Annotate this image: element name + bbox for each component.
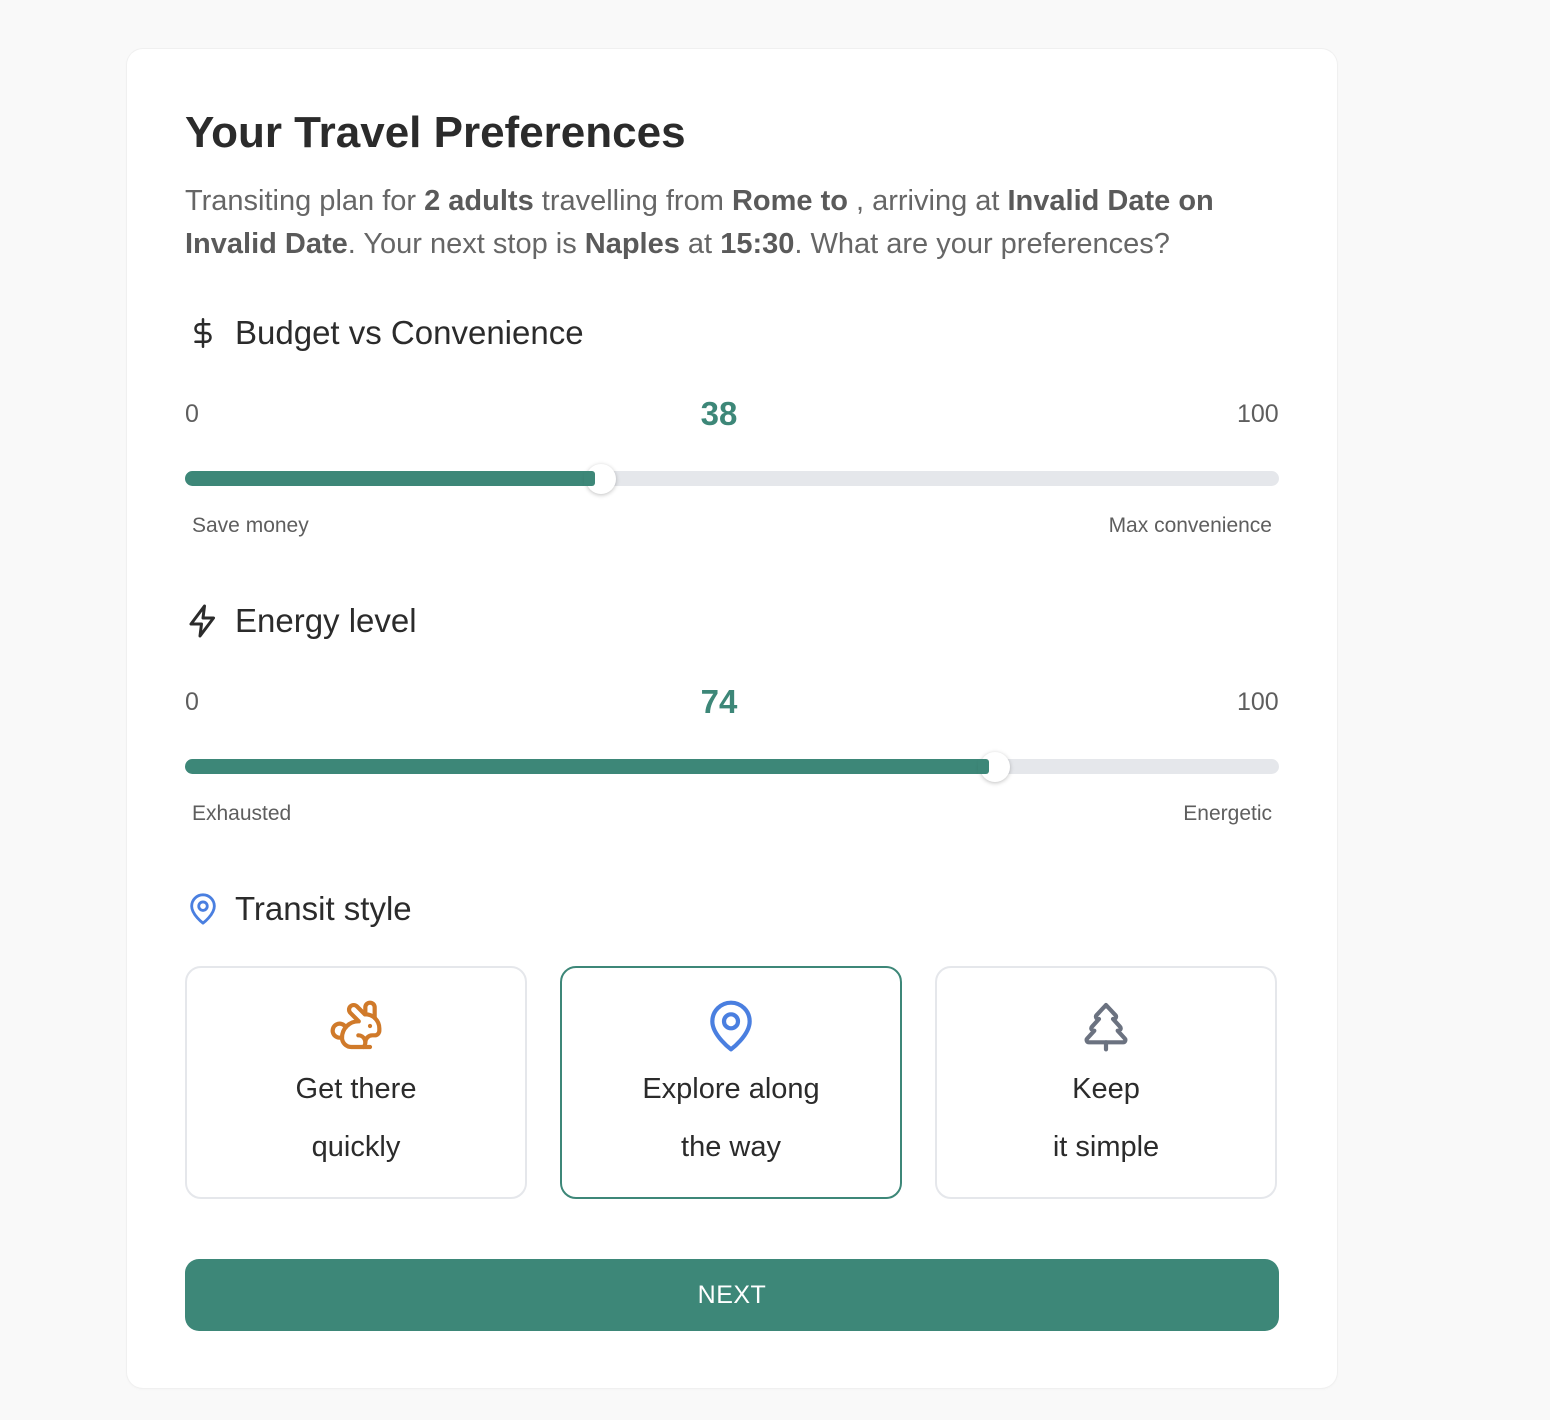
energy-right-label: Energetic <box>1183 802 1272 825</box>
intro-text-part: travelling from <box>533 185 732 217</box>
tree-icon <box>1076 996 1136 1056</box>
rabbit-icon <box>326 996 386 1056</box>
budget-slider-fill <box>185 471 601 486</box>
energy-slider-thumb[interactable] <box>977 751 1010 782</box>
energy-label: Energy level <box>235 602 417 639</box>
budget-section-header: Budget vs Convenience <box>185 314 584 352</box>
intro-text-part: . What are your preferences? <box>794 228 1170 260</box>
transit-section-header: Transit style <box>185 890 412 928</box>
intro-text: Transiting plan for 2 adults travelling … <box>185 180 1285 266</box>
dollar-icon <box>185 315 221 351</box>
next-button[interactable]: NEXT <box>185 1259 1279 1331</box>
option-title: Get there <box>295 1073 417 1105</box>
budget-left-label: Save money <box>192 514 309 537</box>
transit-option-quick[interactable]: Get there quickly <box>185 966 527 1199</box>
energy-section-header: Energy level <box>185 602 417 640</box>
budget-min: 0 <box>185 400 199 428</box>
next-stop-time: 15:30 <box>720 228 795 260</box>
page-title: Your Travel Preferences <box>185 108 686 157</box>
option-title: Explore along <box>642 1073 820 1105</box>
budget-slider-thumb[interactable] <box>583 463 616 494</box>
energy-value: 74 <box>700 683 738 720</box>
option-subtitle: it simple <box>1052 1131 1160 1163</box>
energy-slider-fill <box>185 759 995 774</box>
route: Rome to <box>731 185 848 217</box>
budget-value: 38 <box>700 395 738 432</box>
transit-option-explore[interactable]: Explore along the way <box>560 966 902 1199</box>
energy-left-label: Exhausted <box>192 802 292 825</box>
option-subtitle: the way <box>681 1131 781 1163</box>
budget-slider[interactable] <box>185 463 1279 494</box>
energy-max: 100 <box>1237 688 1279 716</box>
map-pin-icon <box>701 996 761 1056</box>
intro-text-part: at <box>679 228 721 260</box>
budget-right-label: Max convenience <box>1108 514 1272 537</box>
next-stop: Naples <box>584 228 680 260</box>
travellers-count: 2 adults <box>424 185 534 217</box>
map-pin-icon <box>185 891 221 927</box>
option-subtitle: quickly <box>311 1131 401 1163</box>
transit-label: Transit style <box>235 890 412 927</box>
energy-min: 0 <box>185 688 199 716</box>
intro-text-part: . Your next stop is <box>347 228 585 260</box>
intro-text-part: Transiting plan for <box>185 185 425 217</box>
energy-slider[interactable] <box>185 751 1279 782</box>
lightning-icon <box>185 603 221 639</box>
budget-max: 100 <box>1237 400 1279 428</box>
transit-option-simple[interactable]: Keep it simple <box>935 966 1277 1199</box>
intro-text-part: , arriving at <box>847 185 1008 217</box>
option-title: Keep <box>1072 1073 1140 1105</box>
budget-label: Budget vs Convenience <box>235 314 584 351</box>
